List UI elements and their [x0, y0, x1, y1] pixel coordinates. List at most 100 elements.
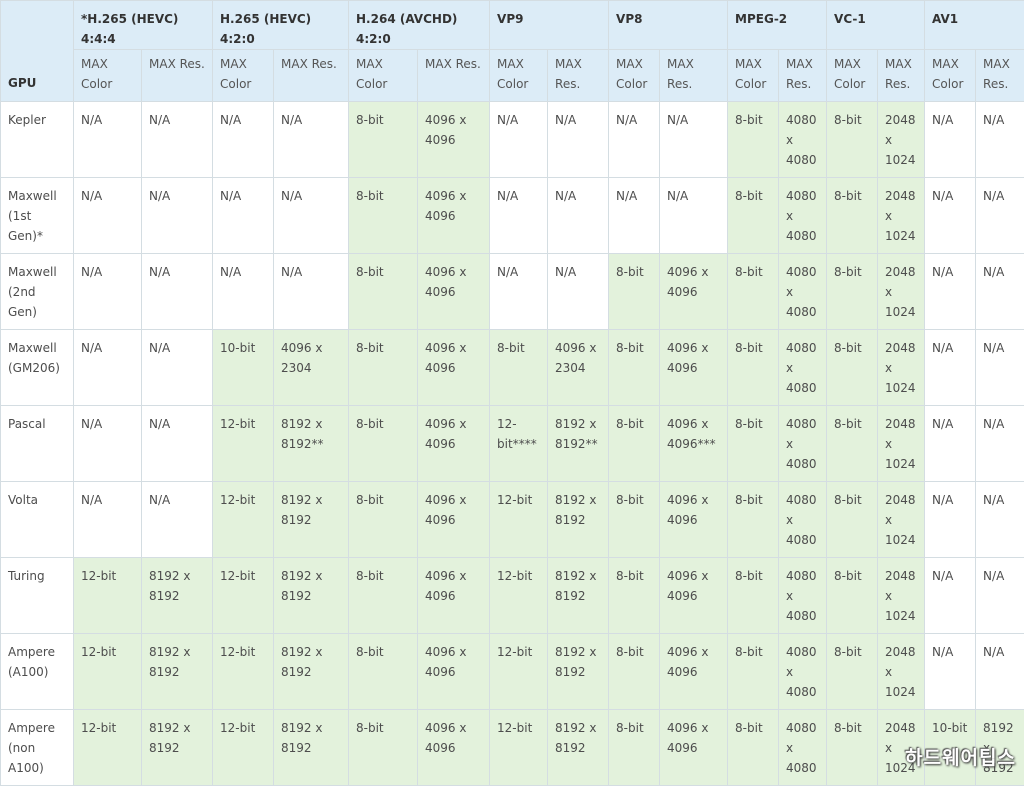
max-color-cell: 8-bit: [827, 254, 878, 330]
max-res-cell: 4080 x 4080: [779, 330, 827, 406]
max-res-cell: 4096 x 4096***: [660, 406, 728, 482]
max-res-cell: 8192 x 8192**: [274, 406, 349, 482]
max-res-cell: 4096 x 4096: [418, 330, 490, 406]
max-color-cell: N/A: [74, 178, 142, 254]
max-color-cell: 8-bit: [349, 634, 418, 710]
max-color-header: MAX Color: [728, 50, 779, 102]
gpu-name-cell: Turing: [1, 558, 74, 634]
max-color-cell: N/A: [490, 254, 548, 330]
max-color-cell: N/A: [925, 482, 976, 558]
max-color-cell: 12-bit: [490, 482, 548, 558]
gpu-name-cell: Ampere (A100): [1, 634, 74, 710]
max-color-cell: 12-bit: [74, 710, 142, 786]
max-color-cell: N/A: [490, 102, 548, 178]
table-row: Maxwell (GM206)N/AN/A10-bit4096 x 23048-…: [1, 330, 1024, 406]
max-res-cell: 8192 x 8192: [142, 634, 213, 710]
max-color-cell: 8-bit: [728, 406, 779, 482]
max-color-cell: N/A: [490, 178, 548, 254]
gpu-name-cell: Volta: [1, 482, 74, 558]
max-color-cell: 8-bit: [728, 558, 779, 634]
max-color-cell: 8-bit: [609, 482, 660, 558]
max-res-header: MAX Res.: [274, 50, 349, 102]
codec-header-h264: H.264 (AVCHD) 4:2:0: [349, 1, 490, 50]
max-res-cell: 2048 x 1024: [878, 482, 925, 558]
max-color-cell: 8-bit: [728, 330, 779, 406]
max-res-cell: N/A: [274, 102, 349, 178]
max-res-header: MAX Res.: [878, 50, 925, 102]
max-res-cell: 4080 x 4080: [779, 482, 827, 558]
max-res-cell: N/A: [274, 254, 349, 330]
max-res-cell: N/A: [274, 178, 349, 254]
table-row: Maxwell (1st Gen)*N/AN/AN/AN/A8-bit4096 …: [1, 178, 1024, 254]
max-res-cell: 2048 x 1024: [878, 254, 925, 330]
max-color-cell: N/A: [925, 634, 976, 710]
max-color-cell: 8-bit: [827, 710, 878, 786]
max-color-cell: 12-bit: [213, 558, 274, 634]
max-color-cell: 8-bit: [827, 482, 878, 558]
gpu-name-cell: Maxwell (2nd Gen): [1, 254, 74, 330]
max-res-cell: 8192 x 8192: [274, 482, 349, 558]
max-res-cell: N/A: [976, 482, 1024, 558]
max-color-cell: 8-bit: [349, 406, 418, 482]
codec-header-row: GPU *H.265 (HEVC) 4:4:4 H.265 (HEVC) 4:2…: [1, 1, 1024, 50]
max-res-cell: N/A: [142, 482, 213, 558]
table-row: VoltaN/AN/A12-bit8192 x 81928-bit4096 x …: [1, 482, 1024, 558]
max-color-cell: 12-bit****: [490, 406, 548, 482]
max-res-cell: N/A: [660, 178, 728, 254]
max-res-cell: N/A: [142, 330, 213, 406]
max-res-cell: 4080 x 4080: [779, 254, 827, 330]
max-color-cell: 8-bit: [609, 634, 660, 710]
max-color-cell: 8-bit: [609, 558, 660, 634]
max-color-header: MAX Color: [609, 50, 660, 102]
max-color-cell: 12-bit: [213, 482, 274, 558]
max-res-cell: 4096 x 4096: [418, 102, 490, 178]
max-res-cell: 8192 x 8192: [548, 558, 609, 634]
max-color-cell: 8-bit: [349, 710, 418, 786]
max-color-cell: 12-bit: [490, 634, 548, 710]
max-color-cell: 12-bit: [213, 710, 274, 786]
max-color-cell: 8-bit: [349, 178, 418, 254]
max-res-cell: 4080 x 4080: [779, 178, 827, 254]
max-color-cell: 8-bit: [728, 482, 779, 558]
max-color-cell: 8-bit: [349, 330, 418, 406]
max-color-cell: 8-bit: [490, 330, 548, 406]
max-color-cell: N/A: [74, 254, 142, 330]
max-res-cell: 8192 x 8192: [548, 482, 609, 558]
gpu-name-cell: Ampere (non A100): [1, 710, 74, 786]
gpu-name-cell: Maxwell (GM206): [1, 330, 74, 406]
max-color-cell: 8-bit: [349, 558, 418, 634]
max-res-cell: 4096 x 4096: [660, 558, 728, 634]
max-res-cell: N/A: [660, 102, 728, 178]
codec-header-vc1: VC-1: [827, 1, 925, 50]
max-res-header: MAX Res.: [418, 50, 490, 102]
max-color-cell: N/A: [925, 254, 976, 330]
max-res-cell: 8192 x 8192**: [548, 406, 609, 482]
table-row: Ampere (non A100)12-bit8192 x 819212-bit…: [1, 710, 1024, 786]
max-color-cell: N/A: [213, 102, 274, 178]
max-res-header: MAX Res.: [142, 50, 213, 102]
max-color-cell: N/A: [925, 406, 976, 482]
subheader-row: MAX ColorMAX Res.MAX ColorMAX Res.MAX Co…: [1, 50, 1024, 102]
max-color-cell: 8-bit: [609, 710, 660, 786]
max-color-cell: 12-bit: [213, 634, 274, 710]
max-res-cell: 4080 x 4080: [779, 406, 827, 482]
max-color-cell: N/A: [213, 178, 274, 254]
max-res-cell: 8192 x 8192: [548, 710, 609, 786]
max-color-header: MAX Color: [213, 50, 274, 102]
max-res-cell: N/A: [142, 102, 213, 178]
max-color-cell: 12-bit: [74, 634, 142, 710]
max-color-cell: N/A: [213, 254, 274, 330]
max-color-cell: 8-bit: [728, 634, 779, 710]
max-res-cell: 4096 x 4096: [418, 710, 490, 786]
gpu-column-header: GPU: [1, 1, 74, 102]
decoder-support-table: GPU *H.265 (HEVC) 4:4:4 H.265 (HEVC) 4:2…: [0, 0, 1024, 786]
max-color-cell: 8-bit: [728, 178, 779, 254]
max-res-cell: 4096 x 4096: [418, 558, 490, 634]
max-color-cell: 12-bit: [74, 558, 142, 634]
max-res-cell: N/A: [976, 558, 1024, 634]
max-color-cell: 8-bit: [609, 254, 660, 330]
max-res-cell: 4096 x 4096: [660, 634, 728, 710]
watermark-text: 하드웨어팁스: [905, 743, 1016, 770]
table-row: KeplerN/AN/AN/AN/A8-bit4096 x 4096N/AN/A…: [1, 102, 1024, 178]
codec-header-hevc444: *H.265 (HEVC) 4:4:4: [74, 1, 213, 50]
